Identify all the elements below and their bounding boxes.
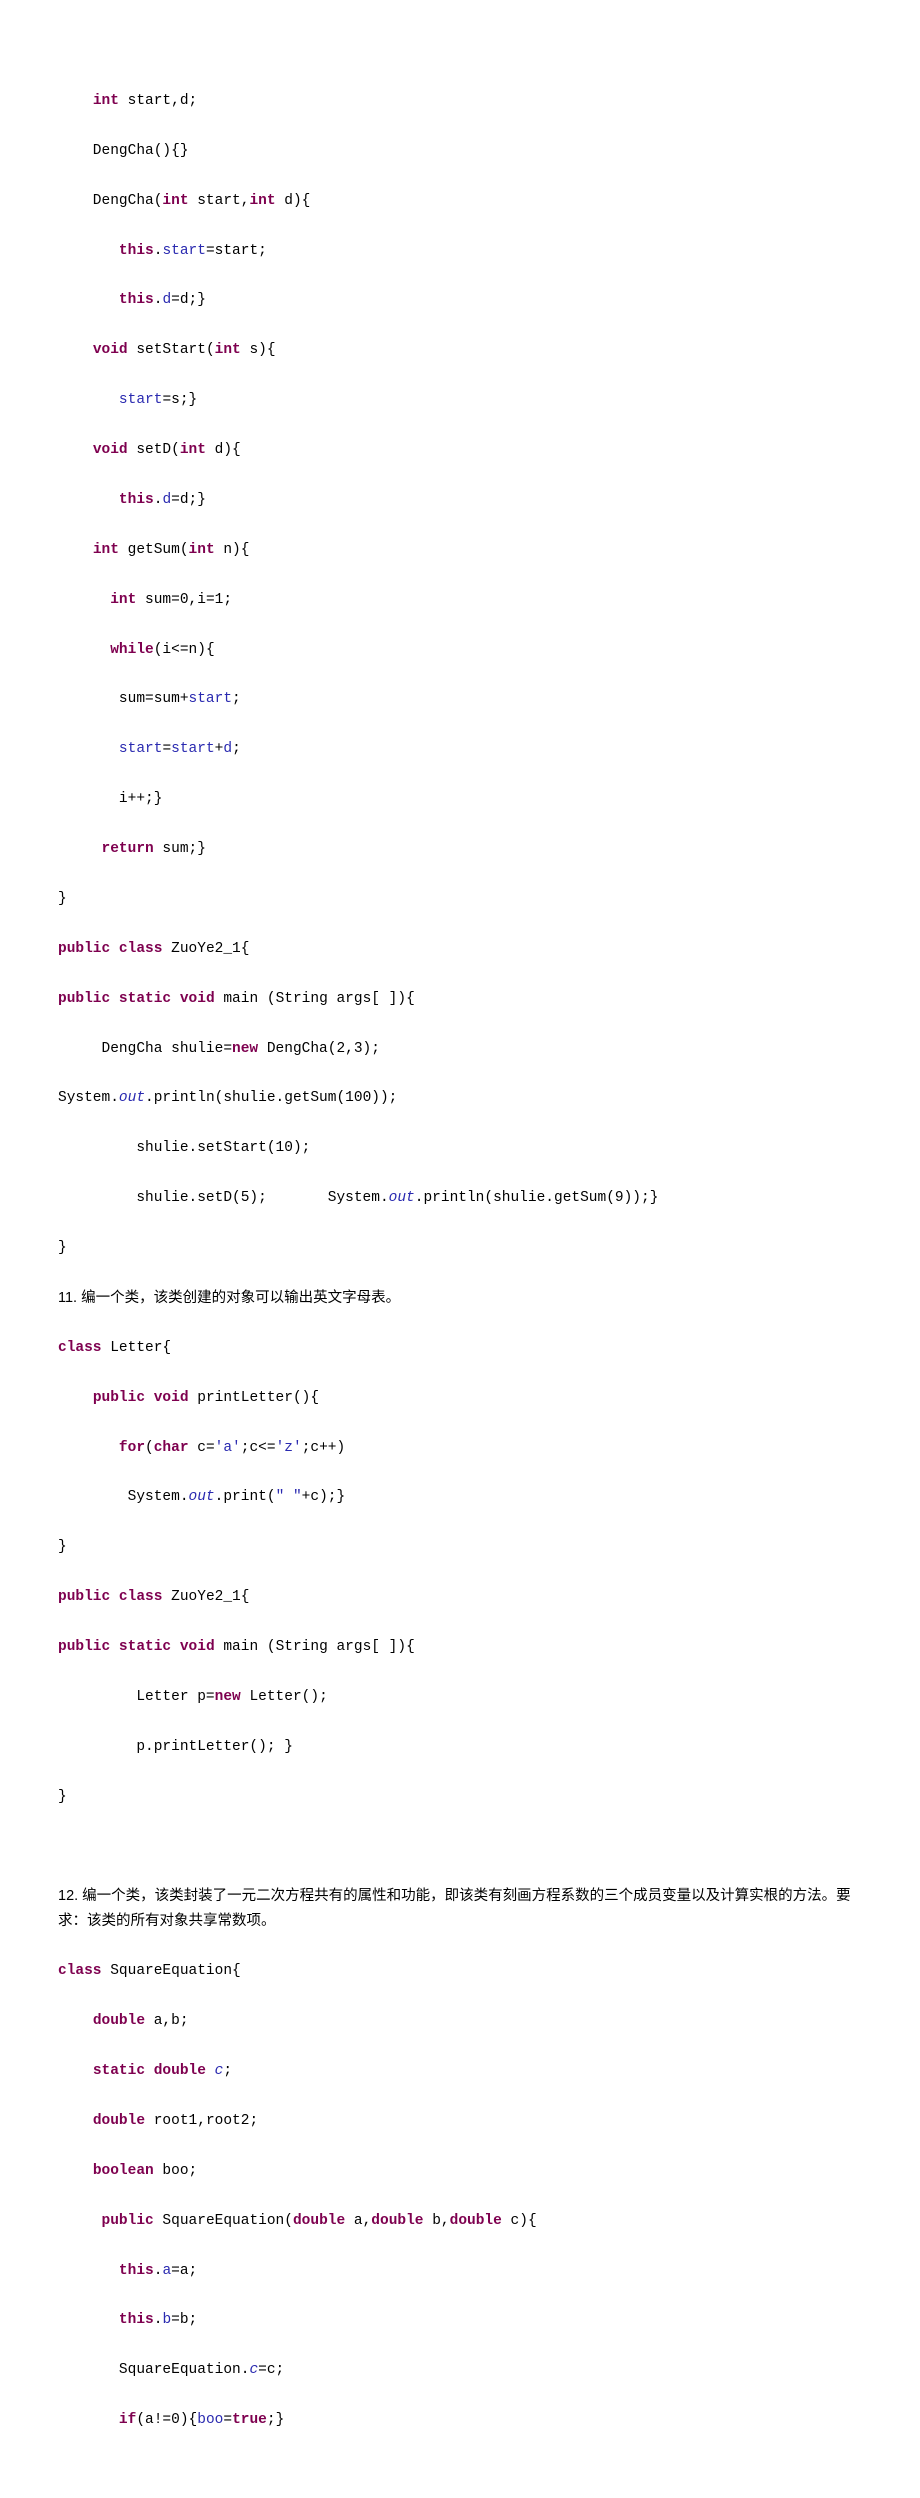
question-11: 11. 编一个类，该类创建的对象可以输出英文字母表。 xyxy=(58,1286,862,1311)
code-line: public static void main (String args[ ])… xyxy=(58,1635,862,1660)
code-line: this.a=a; xyxy=(58,2259,862,2284)
document-page: int start,d; DengCha(){} DengCha(int sta… xyxy=(0,0,920,2498)
code-line: public static void main (String args[ ])… xyxy=(58,987,862,1012)
code-line: } xyxy=(58,1785,862,1810)
code-line: System.out.print(" "+c);} xyxy=(58,1485,862,1510)
code-line: int sum=0,i=1; xyxy=(58,588,862,613)
blank-line xyxy=(58,1835,862,1860)
code-line: start=start+d; xyxy=(58,737,862,762)
code-line: int start,d; xyxy=(58,89,862,114)
code-line: shulie.setStart(10); xyxy=(58,1136,862,1161)
code-line: double a,b; xyxy=(58,2009,862,2034)
code-line: class SquareEquation{ xyxy=(58,1959,862,1984)
code-line: } xyxy=(58,887,862,912)
code-line: p.printLetter(); } xyxy=(58,1735,862,1760)
code-line: this.b=b; xyxy=(58,2308,862,2333)
code-line: this.d=d;} xyxy=(58,288,862,313)
code-line: SquareEquation.c=c; xyxy=(58,2358,862,2383)
code-line: sum=sum+start; xyxy=(58,687,862,712)
code-line: this.start=start; xyxy=(58,239,862,264)
code-line: void setD(int d){ xyxy=(58,438,862,463)
code-line: DengCha(int start,int d){ xyxy=(58,189,862,214)
code-line: start=s;} xyxy=(58,388,862,413)
code-line: static double c; xyxy=(58,2059,862,2084)
code-line: } xyxy=(58,1236,862,1261)
code-line: double root1,root2; xyxy=(58,2109,862,2134)
code-line: class Letter{ xyxy=(58,1336,862,1361)
code-line: for(char c='a';c<='z';c++) xyxy=(58,1436,862,1461)
code-line: i++;} xyxy=(58,787,862,812)
code-line: public void printLetter(){ xyxy=(58,1386,862,1411)
code-line: shulie.setD(5); System.out.println(shuli… xyxy=(58,1186,862,1211)
code-line: public class ZuoYe2_1{ xyxy=(58,1585,862,1610)
code-line: while(i<=n){ xyxy=(58,638,862,663)
keyword-int: int xyxy=(93,93,119,109)
code-line: void setStart(int s){ xyxy=(58,338,862,363)
code-line: } xyxy=(58,1535,862,1560)
code-line: boolean boo; xyxy=(58,2159,862,2184)
code-line: public class ZuoYe2_1{ xyxy=(58,937,862,962)
code-line: public SquareEquation(double a,double b,… xyxy=(58,2209,862,2234)
code-line: int getSum(int n){ xyxy=(58,538,862,563)
code-line: Letter p=new Letter(); xyxy=(58,1685,862,1710)
code-line: this.d=d;} xyxy=(58,488,862,513)
code-line: return sum;} xyxy=(58,837,862,862)
code-line: DengCha shulie=new DengCha(2,3); xyxy=(58,1037,862,1062)
question-12: 12. 编一个类，该类封装了一元二次方程共有的属性和功能，即该类有刻画方程系数的… xyxy=(58,1884,862,1934)
code-line: if(a!=0){boo=true;} xyxy=(58,2408,862,2433)
code-line: DengCha(){} xyxy=(58,139,862,164)
code-line: System.out.println(shulie.getSum(100)); xyxy=(58,1086,862,1111)
